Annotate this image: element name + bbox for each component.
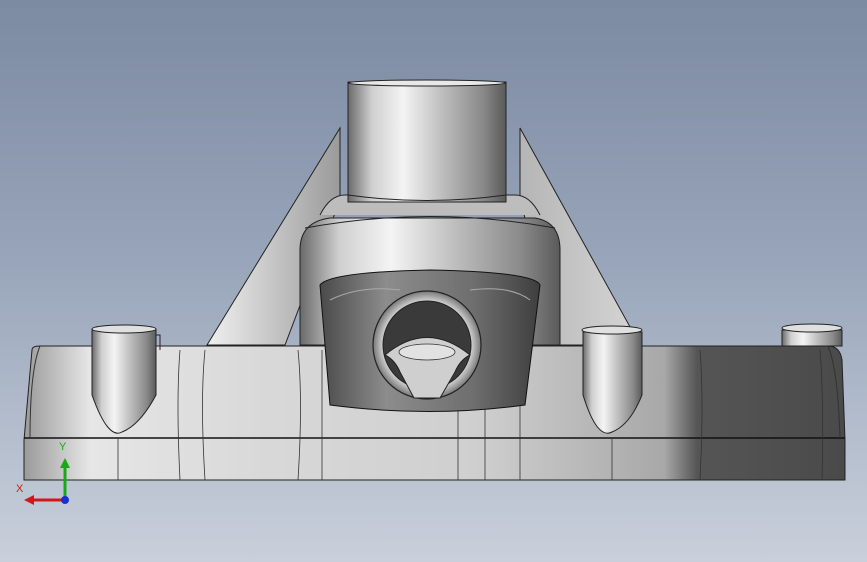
- coordinate-triad: X Y: [10, 438, 80, 510]
- y-axis-label: Y: [59, 441, 67, 453]
- cast-housing-model[interactable]: [0, 0, 867, 562]
- x-axis-label: X: [16, 483, 24, 495]
- graphics-viewport[interactable]: X Y: [0, 0, 867, 562]
- top-boss: [347, 81, 507, 203]
- z-axis-dot: [61, 496, 69, 504]
